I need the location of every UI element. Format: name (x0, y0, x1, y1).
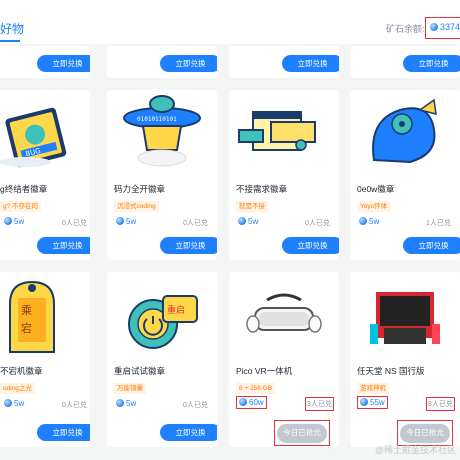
product-name: 码力全开徽章 (114, 184, 166, 194)
product-card: 立即兑换 (107, 46, 217, 78)
product-name: Pico VR一体机 (236, 366, 293, 376)
sold-count: 1人已兑 (426, 220, 451, 227)
product-tag: Yoyo怀体 (357, 201, 391, 212)
tab-goods[interactable]: 好物 (0, 20, 24, 37)
never-down-badge-image: 乘 宕 (9, 280, 55, 353)
redeem-button[interactable]: 立即兑换 (37, 424, 90, 441)
product-card[interactable]: Pico VR一体机 6 + 256 GB 60w 3人已兑 今日已抢光 (229, 272, 339, 447)
product-price: 5w (116, 399, 136, 408)
restart-badge-image: 重启 (128, 295, 198, 349)
redeem-button[interactable]: 立即兑换 (403, 237, 460, 254)
sold-count: 0人已兑 (62, 402, 87, 409)
product-name: 任天堂 NS 国行版 (357, 366, 425, 376)
product-name: 0e0w徽章 (357, 184, 395, 194)
svg-text:重启: 重启 (167, 304, 185, 316)
mineral-gem-icon (4, 217, 12, 225)
mineral-gem-icon (116, 399, 124, 407)
product-tag: 万能锦囊 (114, 383, 146, 394)
product-card[interactable]: 重启 重启试试徽章 万能锦囊 5w 0人已兑 立即兑换 (107, 272, 217, 447)
yoyo-badge-image (372, 98, 437, 164)
product-tag: 沉浸式coding (114, 201, 159, 212)
svg-text:01010110101: 01010110101 (137, 116, 177, 123)
product-tag: oding之光 (0, 383, 35, 394)
mineral-gem-icon (359, 217, 367, 225)
mineral-gem-icon (116, 217, 124, 225)
reject-request-badge-image (238, 111, 316, 151)
product-name: 不宕机徽章 (0, 366, 43, 376)
product-card[interactable]: 不接需求徽章 就是不接 5w 0人已兑 立即兑换 (229, 90, 339, 260)
pico-vr-headset-image (246, 293, 322, 333)
product-price: 5w (359, 217, 379, 226)
redeem-button[interactable]: 立即兑换 (37, 55, 90, 72)
balance-amount: 3374 (440, 22, 460, 32)
product-card: 立即兑换 (229, 46, 339, 78)
watermark: @稀土掘金技术社区 (374, 445, 456, 455)
mineral-gem-icon (238, 217, 246, 225)
redeem-button[interactable]: 立即兑换 (160, 55, 217, 72)
redeem-button[interactable]: 立即兑换 (37, 237, 90, 254)
svg-text:宕: 宕 (21, 321, 32, 335)
product-price: 60w (236, 396, 267, 409)
product-price: 5w (238, 217, 258, 226)
product-card[interactable]: 01010110101 码力全开徽章 沉浸式coding 5w 0人已兑 立即兑… (107, 90, 217, 260)
product-name: 重启试试徽章 (114, 366, 166, 376)
product-price: 55w (357, 396, 388, 409)
redeem-button[interactable]: 立即兑换 (160, 237, 217, 254)
product-card: 立即兑换 (350, 46, 460, 78)
nintendo-switch-image (370, 292, 440, 344)
redeem-button[interactable]: 立即兑换 (282, 237, 339, 254)
sold-count: 3人已兑 (305, 397, 334, 411)
product-price: 5w (4, 399, 24, 408)
header-bar: 好物 矿石余额: 3374 (0, 0, 460, 44)
sold-out-button-highlight: 今日已抢光 (274, 420, 330, 446)
redeem-button[interactable]: 立即兑换 (282, 55, 339, 72)
sold-count: 0人已兑 (183, 220, 208, 227)
product-card[interactable]: 乘 宕 不宕机徽章 oding之光 5w 0人已兑 立即兑换 (0, 272, 90, 447)
sold-out-button[interactable]: 今日已抢光 (277, 424, 327, 443)
product-card[interactable]: 任天堂 NS 国行版 游戏神机 55w 8人已兑 今日已抢光 (350, 272, 460, 447)
product-card: 立即兑换 (0, 46, 90, 78)
redeem-button[interactable]: 立即兑换 (403, 55, 460, 72)
bug-terminator-badge-image: BUG (0, 107, 67, 168)
redeem-button[interactable]: 立即兑换 (160, 424, 217, 441)
sold-count: 0人已兑 (183, 402, 208, 409)
product-card[interactable]: 0e0w徽章 Yoyo怀体 5w 1人已兑 立即兑换 (350, 90, 460, 260)
product-tag: 游戏神机 (357, 383, 389, 394)
sold-count: 0人已兑 (305, 220, 330, 227)
product-price: 5w (4, 217, 24, 226)
product-name: 不接需求徽章 (236, 184, 288, 194)
svg-text:乘: 乘 (21, 304, 32, 317)
mineral-gem-icon (4, 399, 12, 407)
balance-label: 矿石余额: (386, 24, 425, 34)
mineral-gem-icon (360, 398, 368, 406)
product-card[interactable]: BUG g终结者徽章 g? 不存在的 5w 0人已兑 立即兑换 (0, 90, 90, 260)
sold-out-button[interactable]: 今日已抢光 (400, 424, 450, 443)
mineral-gem-icon (239, 398, 247, 406)
product-price: 5w (116, 217, 136, 226)
sold-count: 8人已兑 (426, 397, 455, 411)
full-power-badge-image: 01010110101 (123, 95, 201, 167)
balance-value: 3374 (425, 17, 460, 39)
product-tag: 就是不接 (236, 201, 268, 212)
product-name: g终结者徽章 (0, 184, 48, 194)
product-tag: g? 不存在的 (0, 201, 42, 212)
sold-count: 0人已兑 (62, 220, 87, 227)
product-tag: 6 + 256 GB (236, 383, 276, 394)
mineral-gem-icon (430, 23, 438, 31)
active-tab-indicator (0, 40, 20, 42)
